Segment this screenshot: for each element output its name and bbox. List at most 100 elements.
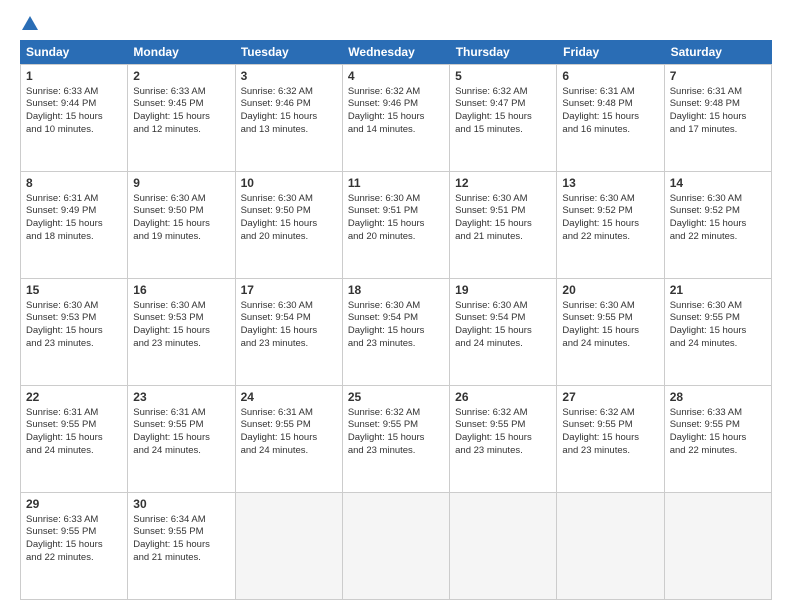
header-day-tuesday: Tuesday bbox=[235, 40, 342, 64]
day-number: 10 bbox=[241, 176, 337, 192]
day-number: 28 bbox=[670, 390, 766, 406]
day-info: Sunrise: 6:30 AM Sunset: 9:52 PM Dayligh… bbox=[670, 193, 766, 244]
day-number: 17 bbox=[241, 283, 337, 299]
day-number: 6 bbox=[562, 69, 658, 85]
page: SundayMondayTuesdayWednesdayThursdayFrid… bbox=[0, 0, 792, 612]
calendar-cell: 5Sunrise: 6:32 AM Sunset: 9:47 PM Daylig… bbox=[450, 65, 557, 171]
calendar-cell: 20Sunrise: 6:30 AM Sunset: 9:55 PM Dayli… bbox=[557, 279, 664, 385]
calendar-cell: 14Sunrise: 6:30 AM Sunset: 9:52 PM Dayli… bbox=[665, 172, 772, 278]
day-info: Sunrise: 6:32 AM Sunset: 9:55 PM Dayligh… bbox=[348, 407, 444, 458]
calendar-row-1: 1Sunrise: 6:33 AM Sunset: 9:44 PM Daylig… bbox=[20, 64, 772, 172]
calendar-cell: 3Sunrise: 6:32 AM Sunset: 9:46 PM Daylig… bbox=[236, 65, 343, 171]
day-number: 15 bbox=[26, 283, 122, 299]
day-info: Sunrise: 6:32 AM Sunset: 9:46 PM Dayligh… bbox=[241, 86, 337, 137]
calendar-cell: 4Sunrise: 6:32 AM Sunset: 9:46 PM Daylig… bbox=[343, 65, 450, 171]
calendar-cell: 13Sunrise: 6:30 AM Sunset: 9:52 PM Dayli… bbox=[557, 172, 664, 278]
day-info: Sunrise: 6:30 AM Sunset: 9:53 PM Dayligh… bbox=[26, 300, 122, 351]
calendar-cell bbox=[236, 493, 343, 599]
calendar-row-5: 29Sunrise: 6:33 AM Sunset: 9:55 PM Dayli… bbox=[20, 493, 772, 600]
day-info: Sunrise: 6:30 AM Sunset: 9:51 PM Dayligh… bbox=[348, 193, 444, 244]
calendar: SundayMondayTuesdayWednesdayThursdayFrid… bbox=[20, 40, 772, 600]
calendar-cell: 7Sunrise: 6:31 AM Sunset: 9:48 PM Daylig… bbox=[665, 65, 772, 171]
day-info: Sunrise: 6:31 AM Sunset: 9:55 PM Dayligh… bbox=[241, 407, 337, 458]
calendar-cell: 27Sunrise: 6:32 AM Sunset: 9:55 PM Dayli… bbox=[557, 386, 664, 492]
calendar-cell bbox=[665, 493, 772, 599]
day-number: 13 bbox=[562, 176, 658, 192]
day-number: 25 bbox=[348, 390, 444, 406]
header-day-saturday: Saturday bbox=[665, 40, 772, 64]
calendar-header: SundayMondayTuesdayWednesdayThursdayFrid… bbox=[20, 40, 772, 64]
calendar-body: 1Sunrise: 6:33 AM Sunset: 9:44 PM Daylig… bbox=[20, 64, 772, 600]
calendar-row-2: 8Sunrise: 6:31 AM Sunset: 9:49 PM Daylig… bbox=[20, 172, 772, 279]
header-day-monday: Monday bbox=[127, 40, 234, 64]
day-info: Sunrise: 6:31 AM Sunset: 9:48 PM Dayligh… bbox=[670, 86, 766, 137]
calendar-cell: 12Sunrise: 6:30 AM Sunset: 9:51 PM Dayli… bbox=[450, 172, 557, 278]
calendar-cell: 29Sunrise: 6:33 AM Sunset: 9:55 PM Dayli… bbox=[21, 493, 128, 599]
day-number: 7 bbox=[670, 69, 766, 85]
calendar-cell: 15Sunrise: 6:30 AM Sunset: 9:53 PM Dayli… bbox=[21, 279, 128, 385]
day-number: 26 bbox=[455, 390, 551, 406]
calendar-cell: 6Sunrise: 6:31 AM Sunset: 9:48 PM Daylig… bbox=[557, 65, 664, 171]
calendar-cell: 28Sunrise: 6:33 AM Sunset: 9:55 PM Dayli… bbox=[665, 386, 772, 492]
day-number: 22 bbox=[26, 390, 122, 406]
day-info: Sunrise: 6:30 AM Sunset: 9:53 PM Dayligh… bbox=[133, 300, 229, 351]
day-number: 29 bbox=[26, 497, 122, 513]
calendar-cell: 19Sunrise: 6:30 AM Sunset: 9:54 PM Dayli… bbox=[450, 279, 557, 385]
day-number: 12 bbox=[455, 176, 551, 192]
calendar-cell: 23Sunrise: 6:31 AM Sunset: 9:55 PM Dayli… bbox=[128, 386, 235, 492]
header-day-thursday: Thursday bbox=[450, 40, 557, 64]
day-info: Sunrise: 6:30 AM Sunset: 9:50 PM Dayligh… bbox=[133, 193, 229, 244]
calendar-cell: 17Sunrise: 6:30 AM Sunset: 9:54 PM Dayli… bbox=[236, 279, 343, 385]
calendar-row-4: 22Sunrise: 6:31 AM Sunset: 9:55 PM Dayli… bbox=[20, 386, 772, 493]
calendar-row-3: 15Sunrise: 6:30 AM Sunset: 9:53 PM Dayli… bbox=[20, 279, 772, 386]
header-day-friday: Friday bbox=[557, 40, 664, 64]
day-info: Sunrise: 6:30 AM Sunset: 9:54 PM Dayligh… bbox=[241, 300, 337, 351]
day-number: 18 bbox=[348, 283, 444, 299]
day-info: Sunrise: 6:30 AM Sunset: 9:54 PM Dayligh… bbox=[348, 300, 444, 351]
day-number: 30 bbox=[133, 497, 229, 513]
calendar-cell: 10Sunrise: 6:30 AM Sunset: 9:50 PM Dayli… bbox=[236, 172, 343, 278]
day-number: 1 bbox=[26, 69, 122, 85]
calendar-cell: 18Sunrise: 6:30 AM Sunset: 9:54 PM Dayli… bbox=[343, 279, 450, 385]
day-info: Sunrise: 6:33 AM Sunset: 9:45 PM Dayligh… bbox=[133, 86, 229, 137]
calendar-cell bbox=[557, 493, 664, 599]
day-info: Sunrise: 6:33 AM Sunset: 9:55 PM Dayligh… bbox=[670, 407, 766, 458]
day-number: 19 bbox=[455, 283, 551, 299]
day-number: 11 bbox=[348, 176, 444, 192]
calendar-cell: 21Sunrise: 6:30 AM Sunset: 9:55 PM Dayli… bbox=[665, 279, 772, 385]
day-number: 8 bbox=[26, 176, 122, 192]
day-info: Sunrise: 6:30 AM Sunset: 9:51 PM Dayligh… bbox=[455, 193, 551, 244]
day-info: Sunrise: 6:31 AM Sunset: 9:55 PM Dayligh… bbox=[133, 407, 229, 458]
day-info: Sunrise: 6:33 AM Sunset: 9:44 PM Dayligh… bbox=[26, 86, 122, 137]
header-day-wednesday: Wednesday bbox=[342, 40, 449, 64]
day-info: Sunrise: 6:32 AM Sunset: 9:55 PM Dayligh… bbox=[455, 407, 551, 458]
day-number: 5 bbox=[455, 69, 551, 85]
day-info: Sunrise: 6:31 AM Sunset: 9:49 PM Dayligh… bbox=[26, 193, 122, 244]
calendar-cell: 25Sunrise: 6:32 AM Sunset: 9:55 PM Dayli… bbox=[343, 386, 450, 492]
day-info: Sunrise: 6:32 AM Sunset: 9:46 PM Dayligh… bbox=[348, 86, 444, 137]
day-info: Sunrise: 6:31 AM Sunset: 9:55 PM Dayligh… bbox=[26, 407, 122, 458]
calendar-cell: 26Sunrise: 6:32 AM Sunset: 9:55 PM Dayli… bbox=[450, 386, 557, 492]
day-number: 27 bbox=[562, 390, 658, 406]
calendar-cell: 2Sunrise: 6:33 AM Sunset: 9:45 PM Daylig… bbox=[128, 65, 235, 171]
day-number: 23 bbox=[133, 390, 229, 406]
calendar-cell: 24Sunrise: 6:31 AM Sunset: 9:55 PM Dayli… bbox=[236, 386, 343, 492]
day-info: Sunrise: 6:30 AM Sunset: 9:52 PM Dayligh… bbox=[562, 193, 658, 244]
day-number: 4 bbox=[348, 69, 444, 85]
day-number: 16 bbox=[133, 283, 229, 299]
day-number: 20 bbox=[562, 283, 658, 299]
day-number: 9 bbox=[133, 176, 229, 192]
day-info: Sunrise: 6:30 AM Sunset: 9:55 PM Dayligh… bbox=[670, 300, 766, 351]
calendar-cell: 30Sunrise: 6:34 AM Sunset: 9:55 PM Dayli… bbox=[128, 493, 235, 599]
day-number: 14 bbox=[670, 176, 766, 192]
logo bbox=[20, 16, 38, 32]
day-number: 2 bbox=[133, 69, 229, 85]
calendar-cell: 22Sunrise: 6:31 AM Sunset: 9:55 PM Dayli… bbox=[21, 386, 128, 492]
header bbox=[20, 16, 772, 32]
logo-triangle-icon bbox=[22, 16, 38, 30]
day-info: Sunrise: 6:31 AM Sunset: 9:48 PM Dayligh… bbox=[562, 86, 658, 137]
calendar-cell: 11Sunrise: 6:30 AM Sunset: 9:51 PM Dayli… bbox=[343, 172, 450, 278]
calendar-cell: 1Sunrise: 6:33 AM Sunset: 9:44 PM Daylig… bbox=[21, 65, 128, 171]
calendar-cell: 16Sunrise: 6:30 AM Sunset: 9:53 PM Dayli… bbox=[128, 279, 235, 385]
day-info: Sunrise: 6:33 AM Sunset: 9:55 PM Dayligh… bbox=[26, 514, 122, 565]
